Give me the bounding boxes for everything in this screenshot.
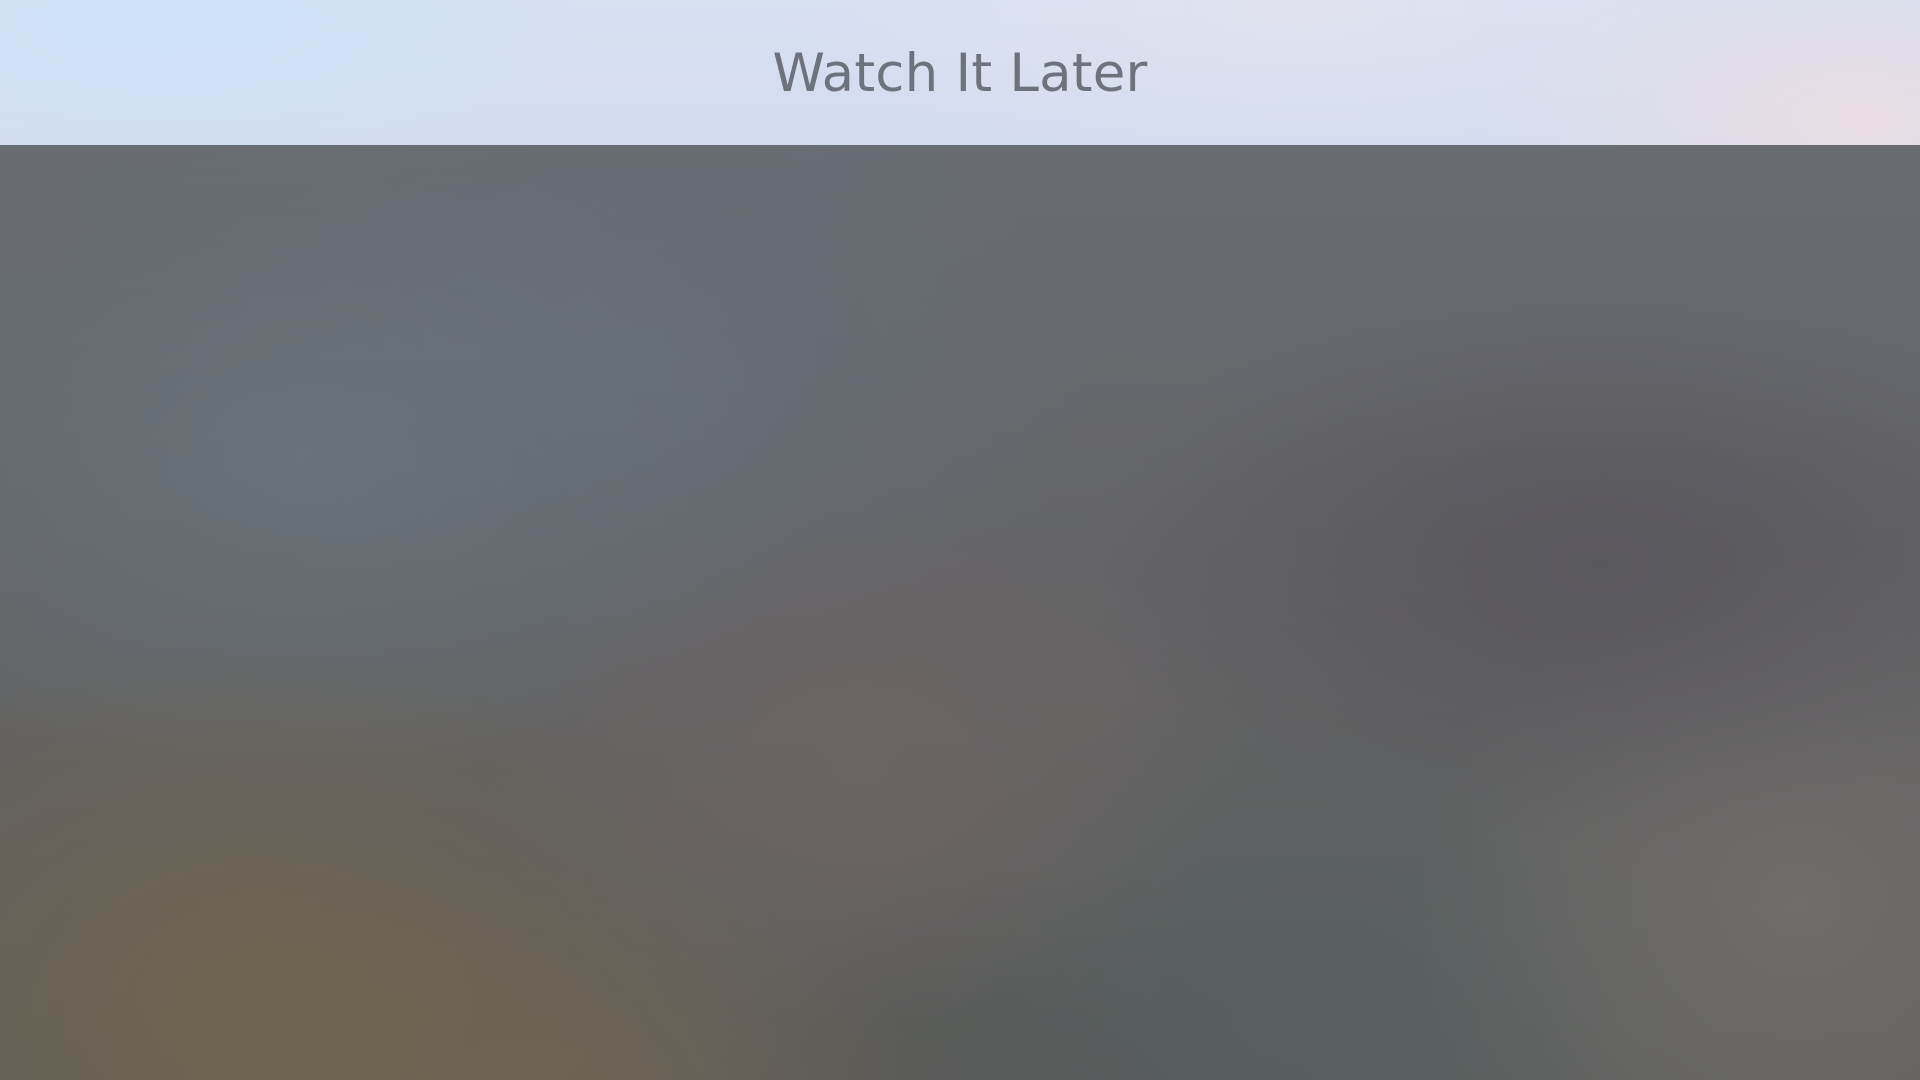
- blurred-background-content: [0, 145, 1920, 1080]
- page-title: Watch It Later: [772, 43, 1148, 104]
- header-bar: Watch It Later: [0, 0, 1920, 145]
- app-screen: Watch It Later: [0, 0, 1920, 1080]
